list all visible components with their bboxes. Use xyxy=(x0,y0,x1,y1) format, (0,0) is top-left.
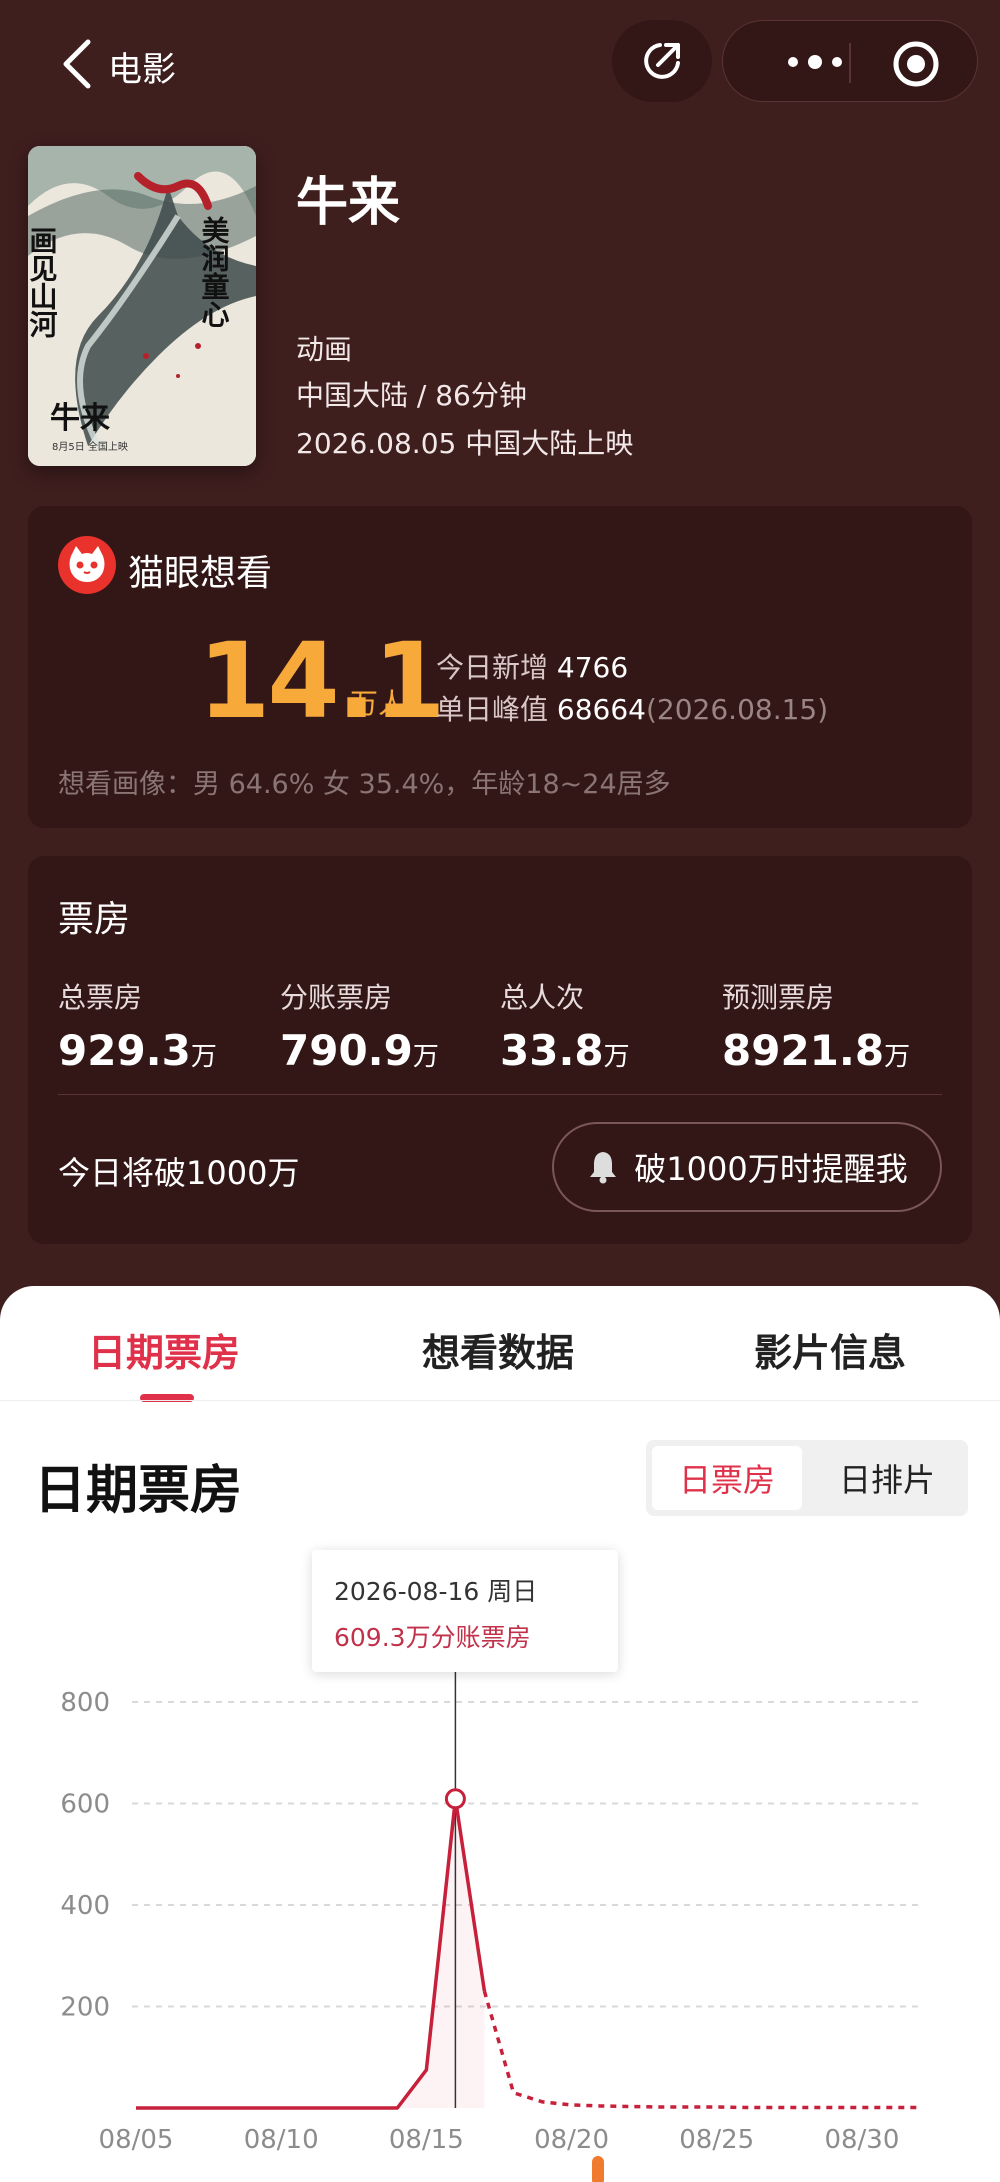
forecast-box-office: 预测票房 8921.8万 xyxy=(722,976,910,1075)
box-office-divider xyxy=(58,1094,942,1095)
capsule-divider xyxy=(849,43,851,83)
want-to-watch-count: 14.1 xyxy=(198,620,446,742)
y-tick-label: 600 xyxy=(60,1790,110,1820)
toggle-daily-box-office[interactable]: 日票房 xyxy=(652,1446,802,1510)
nav-title: 电影 xyxy=(108,50,176,90)
y-tick-label: 200 xyxy=(60,1993,110,2023)
maoyan-cat-icon xyxy=(58,536,116,594)
x-tick-label: 08/15 xyxy=(389,2125,464,2155)
want-peak-label: 单日峰值 xyxy=(436,693,549,726)
chart-section-title: 日期票房 xyxy=(34,1461,243,1521)
x-tick-label: 08/05 xyxy=(99,2125,174,2155)
poster-title-mark: 牛来 xyxy=(50,401,110,436)
x-tick-label: 08/30 xyxy=(824,2125,899,2155)
stat-value: 929.3 xyxy=(58,1026,191,1075)
stat-unit: 万 xyxy=(603,1042,630,1072)
toggle-daily-screenings[interactable]: 日排片 xyxy=(812,1446,962,1510)
poster-date-text: 8月5日 全国上映 xyxy=(52,440,128,453)
chart-mode-toggle: 日票房 日排片 xyxy=(646,1440,968,1516)
poster-artwork: 画见山河 美润童心 牛来 8月5日 全国上映 xyxy=(28,146,256,466)
tab-want-data[interactable]: 想看数据 xyxy=(422,1322,574,1377)
series-area xyxy=(136,1798,485,2108)
movie-title: 牛来 xyxy=(296,173,401,233)
tab-daily-box-office[interactable]: 日期票房 xyxy=(88,1322,240,1377)
back-button[interactable] xyxy=(58,36,102,92)
y-tick-label: 800 xyxy=(60,1688,110,1718)
movie-genre: 动画 xyxy=(296,333,353,366)
x-tick-label: 08/25 xyxy=(679,2125,754,2155)
want-portrait-summary: 想看画像：男 64.6% 女 35.4%，年龄18~24居多 xyxy=(58,769,671,800)
poster-calligraphy-left: 画见山河 xyxy=(28,226,59,338)
break-milestone-text: 今日将破1000万 xyxy=(58,1154,300,1192)
close-mini-program-button[interactable] xyxy=(891,39,941,89)
want-to-watch-unit: 万人 xyxy=(350,687,407,720)
movie-release-date: 2026.08.05 中国大陆上映 xyxy=(296,427,634,460)
y-tick-label: 400 xyxy=(60,1891,110,1921)
mini-program-capsule xyxy=(722,20,978,102)
want-to-watch-title: 猫眼想看 xyxy=(128,553,273,594)
scrollbar-thumb[interactable] xyxy=(592,2156,604,2182)
tooltip-date: 2026-08-16 周日 xyxy=(334,1577,538,1606)
total-box-office: 总票房 929.3万 xyxy=(58,976,217,1075)
want-peak-value: 68664 xyxy=(556,693,646,726)
movie-poster[interactable]: 画见山河 美润童心 牛来 8月5日 全国上映 xyxy=(28,146,256,466)
more-button[interactable] xyxy=(755,43,875,81)
back-icon xyxy=(63,39,91,89)
share-icon xyxy=(644,43,680,79)
more-icon xyxy=(788,55,842,69)
tab-divider xyxy=(0,1400,1000,1401)
box-office-title: 票房 xyxy=(58,899,131,940)
stat-value: 33.8 xyxy=(500,1026,604,1075)
want-today-new: 今日新增 4766 xyxy=(436,646,628,686)
total-admissions: 总人次 33.8万 xyxy=(500,976,630,1075)
want-peak: 单日峰值 68664(2026.08.15) xyxy=(436,688,828,728)
share-button[interactable] xyxy=(612,20,712,102)
target-icon xyxy=(893,41,939,87)
remind-me-button[interactable]: 破1000万时提醒我 xyxy=(552,1122,942,1212)
want-today-label: 今日新增 xyxy=(436,651,549,684)
tooltip-value: 609.3万分账票房 xyxy=(334,1623,531,1652)
x-tick-label: 08/10 xyxy=(244,2125,319,2155)
chart-tooltip: 2026-08-16 周日 609.3万分账票房 xyxy=(312,1550,618,1672)
x-tick-label: 08/20 xyxy=(534,2125,609,2155)
want-peak-date: (2026.08.15) xyxy=(646,693,829,726)
want-today-value: 4766 xyxy=(556,651,629,684)
split-box-office: 分账票房 790.9万 xyxy=(280,976,439,1075)
stat-unit: 万 xyxy=(884,1042,911,1072)
stat-label: 预测票房 xyxy=(722,981,835,1014)
stat-unit: 万 xyxy=(190,1042,217,1072)
poster-calligraphy-right: 美润童心 xyxy=(198,216,231,328)
bell-icon xyxy=(590,1152,617,1184)
forecast-line xyxy=(482,1990,920,2110)
remind-me-label: 破1000万时提醒我 xyxy=(634,1150,908,1188)
stat-value: 790.9 xyxy=(280,1026,413,1075)
stat-label: 总人次 xyxy=(500,981,585,1014)
tab-movie-info[interactable]: 影片信息 xyxy=(754,1322,906,1377)
highlight-point xyxy=(444,1788,466,1810)
stat-label: 分账票房 xyxy=(280,981,393,1014)
movie-region-duration: 中国大陆 / 86分钟 xyxy=(296,379,527,412)
stat-label: 总票房 xyxy=(58,981,143,1014)
stat-value: 8921.8 xyxy=(722,1026,885,1075)
stat-unit: 万 xyxy=(412,1042,439,1072)
